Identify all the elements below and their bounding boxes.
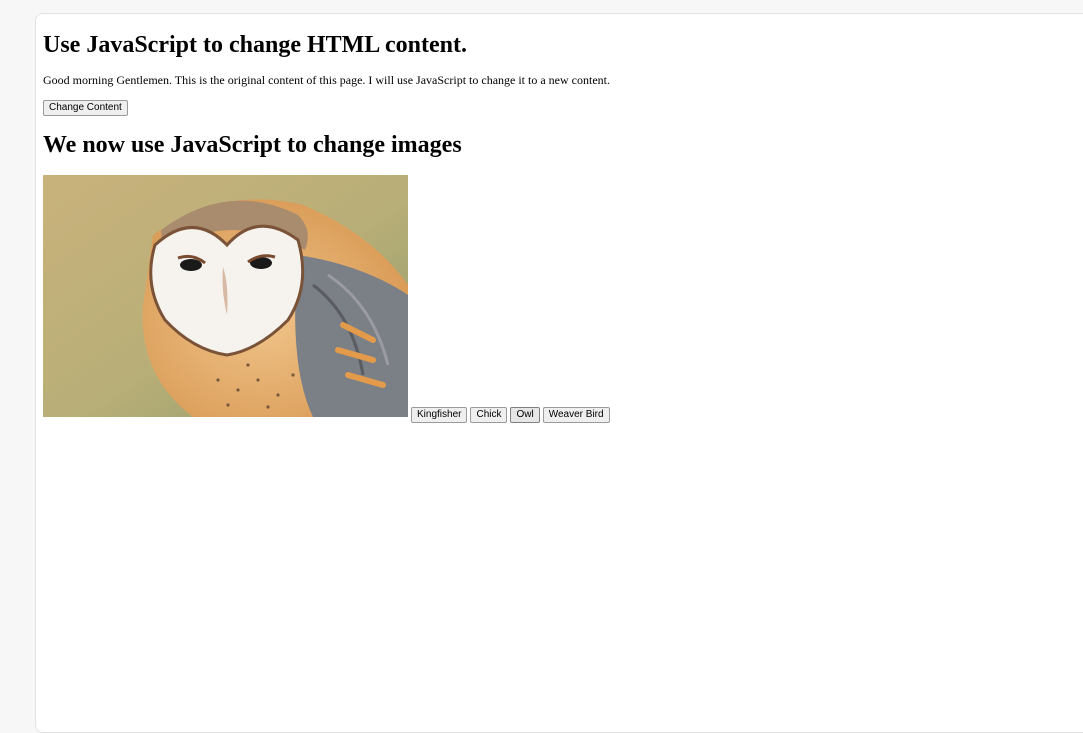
chick-button[interactable]: Chick xyxy=(470,407,508,423)
image-row: Kingfisher Chick Owl Weaver Bird xyxy=(43,175,610,423)
intro-paragraph: Good morning Gentlemen. This is the orig… xyxy=(43,73,610,87)
change-content-button[interactable]: Change Content xyxy=(43,100,128,116)
page-frame: Use JavaScript to change HTML content. G… xyxy=(35,13,1083,733)
owl-button[interactable]: Owl xyxy=(510,407,540,423)
weaver-bird-button[interactable]: Weaver Bird xyxy=(542,407,610,423)
images-heading: We now use JavaScript to change images xyxy=(43,132,462,158)
image-button-group: Kingfisher Chick Owl Weaver Bird xyxy=(411,407,610,423)
bird-image xyxy=(43,175,408,417)
kingfisher-button[interactable]: Kingfisher xyxy=(411,407,468,423)
content-heading: Use JavaScript to change HTML content. xyxy=(43,32,467,58)
